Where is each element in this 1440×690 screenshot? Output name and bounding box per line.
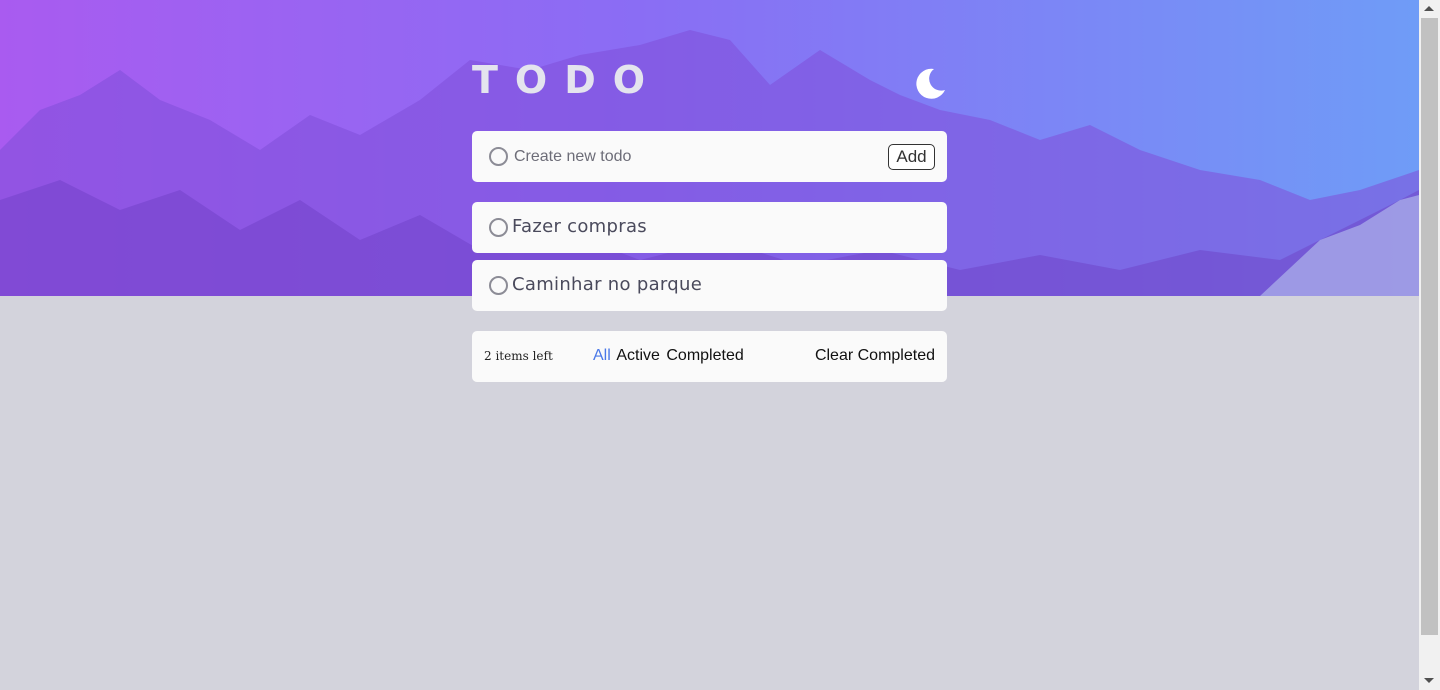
filter-group: All Active Completed [593, 347, 746, 365]
scroll-thumb[interactable] [1421, 18, 1438, 635]
new-todo-input[interactable] [514, 144, 874, 170]
clear-completed-button[interactable]: Clear Completed [815, 347, 935, 365]
todo-footer: 2 items left All Active Completed Clear … [472, 331, 947, 382]
moon-icon [916, 68, 945, 99]
items-left-count: 2 items left [484, 349, 553, 363]
new-todo-form: Add [472, 131, 947, 182]
todo-label: Caminhar no parque [512, 274, 703, 295]
vertical-scrollbar[interactable] [1419, 0, 1440, 690]
theme-toggle-button[interactable] [912, 66, 948, 102]
todo-item[interactable]: Caminhar no parque [472, 260, 947, 311]
filter-all[interactable]: All [593, 347, 611, 364]
scroll-up-icon[interactable] [1424, 6, 1434, 11]
scroll-down-icon[interactable] [1424, 678, 1434, 683]
filter-active[interactable]: Active [616, 347, 660, 364]
todo-label: Fazer compras [512, 216, 647, 237]
circle-icon [489, 147, 508, 166]
todo-checkbox[interactable] [489, 218, 508, 237]
filter-completed[interactable]: Completed [666, 347, 743, 364]
add-button[interactable]: Add [888, 144, 935, 170]
app-title: TODO [472, 58, 663, 102]
todo-item[interactable]: Fazer compras [472, 202, 947, 253]
todo-checkbox[interactable] [489, 276, 508, 295]
page: TODO Add Fazer compras Caminhar no parqu… [0, 0, 1419, 690]
